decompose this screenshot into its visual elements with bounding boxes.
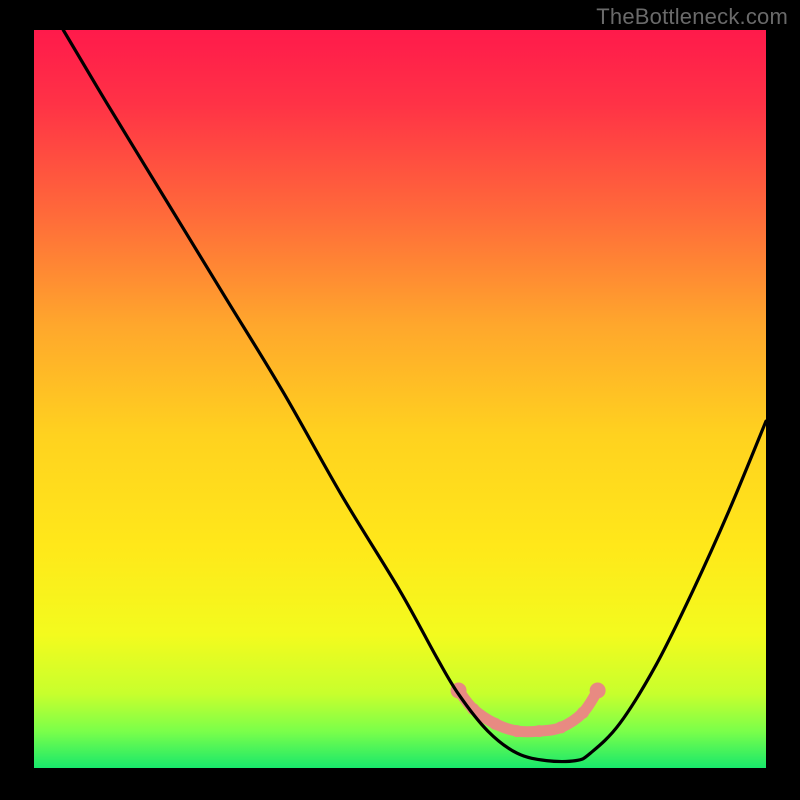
bottleneck-chart: [0, 0, 800, 800]
highlight-dot: [577, 707, 589, 719]
chart-frame: TheBottleneck.com: [0, 0, 800, 800]
plot-background: [34, 30, 766, 768]
watermark-text: TheBottleneck.com: [596, 4, 788, 30]
highlight-dot: [555, 721, 567, 733]
highlight-dot: [533, 725, 545, 737]
highlight-dot: [590, 683, 606, 699]
highlight-dot: [489, 718, 501, 730]
highlight-dot: [511, 725, 523, 737]
